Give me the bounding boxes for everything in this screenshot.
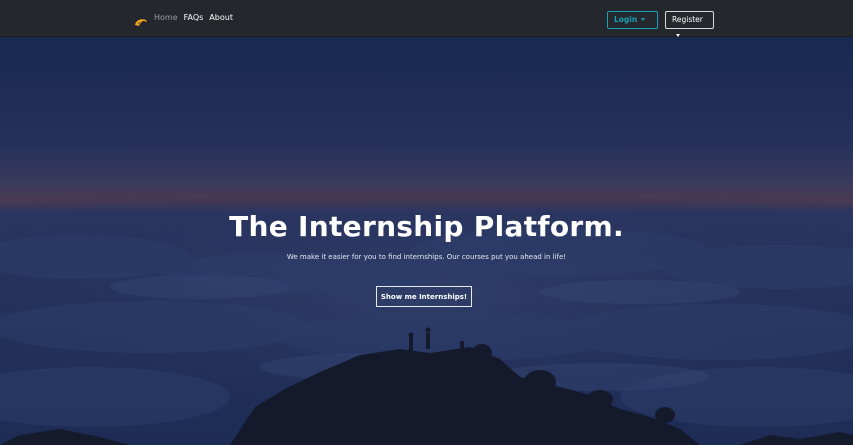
hero-subtitle: We make it easier for you to find intern… [286,253,567,261]
nav-link-faqs[interactable]: FAQs [184,12,204,24]
login-dropdown-button[interactable]: Login [607,11,658,29]
nav-link-about[interactable]: About [209,12,233,24]
hero-section: The Internship Platform. We make it easi… [0,37,853,445]
nav-links: Home FAQs About [154,12,233,24]
show-internships-button[interactable]: Show me Internships! [376,286,472,307]
hero-title: The Internship Platform. [229,210,624,243]
caret-down-icon [641,18,646,21]
caret-down-icon [676,34,680,37]
nav-link-home[interactable]: Home [154,12,178,24]
navbar: Home FAQs About Login Register [0,0,853,37]
register-dropdown-button[interactable]: Register [665,11,714,37]
login-label: Login [614,15,638,24]
tiger-logo-icon[interactable] [134,12,148,26]
register-label: Register [672,15,703,24]
